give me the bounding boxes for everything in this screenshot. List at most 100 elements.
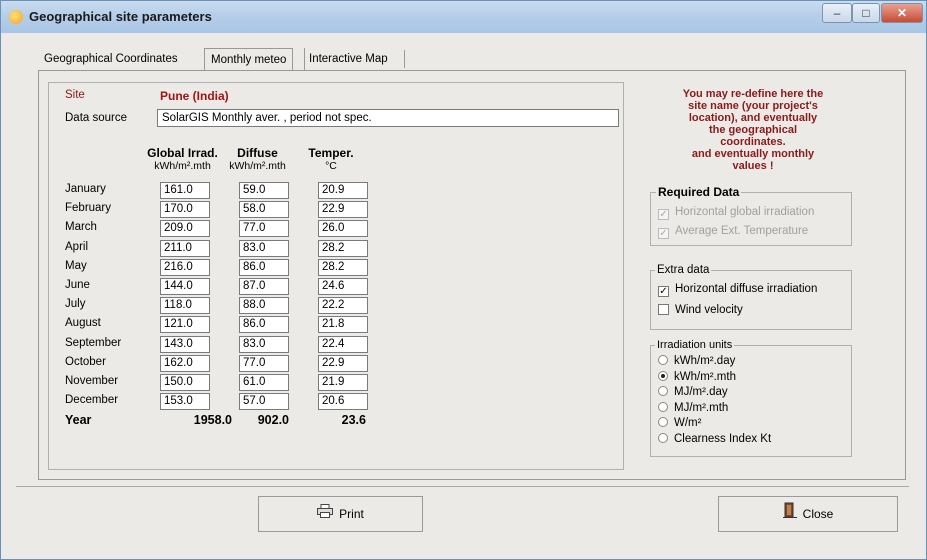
data-source-field[interactable]: SolarGIS Monthly aver. , period not spec… xyxy=(157,109,619,127)
empty-checkbox-icon xyxy=(658,304,669,315)
close-label: Close xyxy=(802,507,834,521)
diffuse-irradiation-field[interactable]: 83.0 xyxy=(239,335,289,353)
info-line: site name (your project's xyxy=(688,100,818,112)
temperature-field[interactable]: 20.6 xyxy=(318,393,368,411)
checkbox-horizontal-diffuse[interactable]: ✓ Horizontal diffuse irradiation xyxy=(658,283,817,297)
global-irradiation-field[interactable]: 211.0 xyxy=(160,239,210,257)
checkbox-label: Horizontal global irradiation xyxy=(675,206,815,218)
info-line: values ! xyxy=(732,160,774,172)
temperature-field[interactable]: 20.9 xyxy=(318,182,368,199)
diffuse-irradiation-field[interactable]: 58.0 xyxy=(239,201,289,219)
diffuse-irradiation-field[interactable]: 59.0 xyxy=(239,182,289,199)
radio-button-icon xyxy=(658,432,668,443)
radio-label: MJ/m².mth xyxy=(674,401,729,414)
radio-button-icon xyxy=(658,401,668,412)
minimize-button[interactable]: – xyxy=(822,3,852,23)
temperature-field[interactable]: 22.2 xyxy=(318,297,368,315)
window-title: Geographical site parameters xyxy=(29,9,212,24)
diffuse-irradiation-field[interactable]: 83.0 xyxy=(239,239,289,257)
radio-unit-option[interactable]: W/m² xyxy=(658,417,701,429)
diffuse-irradiation-field[interactable]: 77.0 xyxy=(239,220,289,238)
month-label: December xyxy=(65,394,119,407)
temperature-field[interactable]: 26.0 xyxy=(318,220,368,238)
meteo-data-frame xyxy=(48,82,624,470)
temperature-field[interactable]: 28.2 xyxy=(318,258,368,276)
temperature-field[interactable]: 22.9 xyxy=(318,354,368,372)
close-button[interactable]: Close xyxy=(718,496,898,532)
global-irradiation-field[interactable]: 118.0 xyxy=(160,297,210,315)
radio-label: kWh/m².day xyxy=(674,355,736,367)
app-icon xyxy=(9,10,23,24)
month-label: October xyxy=(65,355,106,368)
month-label: August xyxy=(65,317,101,330)
printer-icon xyxy=(317,497,334,531)
year-diffuse-total: 902.0 xyxy=(257,413,289,427)
month-label: April xyxy=(65,240,89,253)
maximize-button[interactable]: □ xyxy=(852,3,880,23)
column-unit-temperature: °C xyxy=(325,160,337,172)
info-message: You may re-define here the site name (yo… xyxy=(648,88,858,172)
checkbox-label: Horizontal diffuse irradiation xyxy=(675,283,818,295)
month-label: November xyxy=(65,375,119,387)
global-irradiation-field[interactable]: 209.0 xyxy=(160,220,210,238)
extra-data-title: Extra data xyxy=(655,264,712,276)
global-irradiation-field[interactable]: 153.0 xyxy=(160,393,210,411)
title-bar[interactable]: Geographical site parameters – □ ✕ xyxy=(1,1,926,33)
tab-interactive-map[interactable]: Interactive Map xyxy=(304,48,392,70)
checkbox-horizontal-global[interactable]: ✓ Horizontal global irradiation xyxy=(658,206,814,220)
radio-unit-option[interactable]: MJ/m².mth xyxy=(658,401,729,414)
extra-data-group xyxy=(650,270,852,330)
temperature-field[interactable]: 28.2 xyxy=(318,239,368,257)
month-label: September xyxy=(65,336,122,349)
data-source-label: Data source xyxy=(65,112,128,124)
window-close-button[interactable]: ✕ xyxy=(881,3,923,23)
diffuse-irradiation-field[interactable]: 77.0 xyxy=(239,354,289,372)
irradiation-units-title: Irradiation units xyxy=(655,339,735,351)
column-title-temperature: Temper. xyxy=(308,146,354,160)
required-data-title: Required Data xyxy=(656,185,742,199)
temperature-field[interactable]: 22.4 xyxy=(318,335,368,353)
info-line: You may re-define here the xyxy=(682,88,824,100)
month-label: March xyxy=(65,221,97,234)
diffuse-irradiation-field[interactable]: 57.0 xyxy=(239,393,289,411)
column-title-global: Global Irrad. xyxy=(147,146,218,160)
temperature-field[interactable]: 21.9 xyxy=(318,374,368,391)
radio-button-icon xyxy=(658,355,668,365)
radio-button-icon xyxy=(658,417,668,427)
radio-unit-option[interactable]: Clearness Index Kt xyxy=(658,432,771,445)
diffuse-irradiation-field[interactable]: 86.0 xyxy=(239,258,289,276)
checkbox-average-temperature[interactable]: ✓ Average Ext. Temperature xyxy=(658,225,808,239)
column-header-temperature: Temper. °C xyxy=(296,146,366,172)
global-irradiation-field[interactable]: 216.0 xyxy=(160,258,210,276)
tab-geographical-coordinates[interactable]: Geographical Coordinates xyxy=(40,48,182,70)
temperature-field[interactable]: 22.9 xyxy=(318,201,368,219)
print-button[interactable]: Print xyxy=(258,496,423,532)
site-name: Pune (India) xyxy=(160,89,229,103)
diffuse-irradiation-field[interactable]: 88.0 xyxy=(239,297,289,315)
month-label: January xyxy=(65,183,106,195)
diffuse-irradiation-field[interactable]: 86.0 xyxy=(239,316,289,334)
radio-unit-option[interactable]: kWh/m².mth xyxy=(658,370,736,383)
global-irradiation-field[interactable]: 170.0 xyxy=(160,201,210,219)
temperature-field[interactable]: 24.6 xyxy=(318,278,368,295)
checkbox-wind-velocity[interactable]: Wind velocity xyxy=(658,304,743,316)
column-header-diffuse: Diffuse kWh/m².mth xyxy=(220,146,295,172)
info-line: and eventually monthly xyxy=(691,148,815,160)
global-irradiation-field[interactable]: 143.0 xyxy=(160,335,210,353)
global-irradiation-field[interactable]: 144.0 xyxy=(160,278,210,295)
check-mark-icon: ✓ xyxy=(658,228,669,239)
diffuse-irradiation-field[interactable]: 61.0 xyxy=(239,374,289,391)
global-irradiation-field[interactable]: 121.0 xyxy=(160,316,210,334)
global-irradiation-field[interactable]: 161.0 xyxy=(160,182,210,199)
radio-button-icon xyxy=(658,370,668,381)
global-irradiation-field[interactable]: 162.0 xyxy=(160,354,210,372)
radio-unit-option[interactable]: kWh/m².day xyxy=(658,355,735,367)
global-irradiation-field[interactable]: 150.0 xyxy=(160,374,210,391)
tab-monthly-meteo[interactable]: Monthly meteo xyxy=(204,48,294,72)
radio-unit-option[interactable]: MJ/m².day xyxy=(658,386,728,398)
month-label: May xyxy=(65,259,87,272)
radio-label: W/m² xyxy=(674,417,702,429)
temperature-field[interactable]: 21.8 xyxy=(318,316,368,334)
diffuse-irradiation-field[interactable]: 87.0 xyxy=(239,278,289,295)
radio-button-icon xyxy=(658,386,668,396)
